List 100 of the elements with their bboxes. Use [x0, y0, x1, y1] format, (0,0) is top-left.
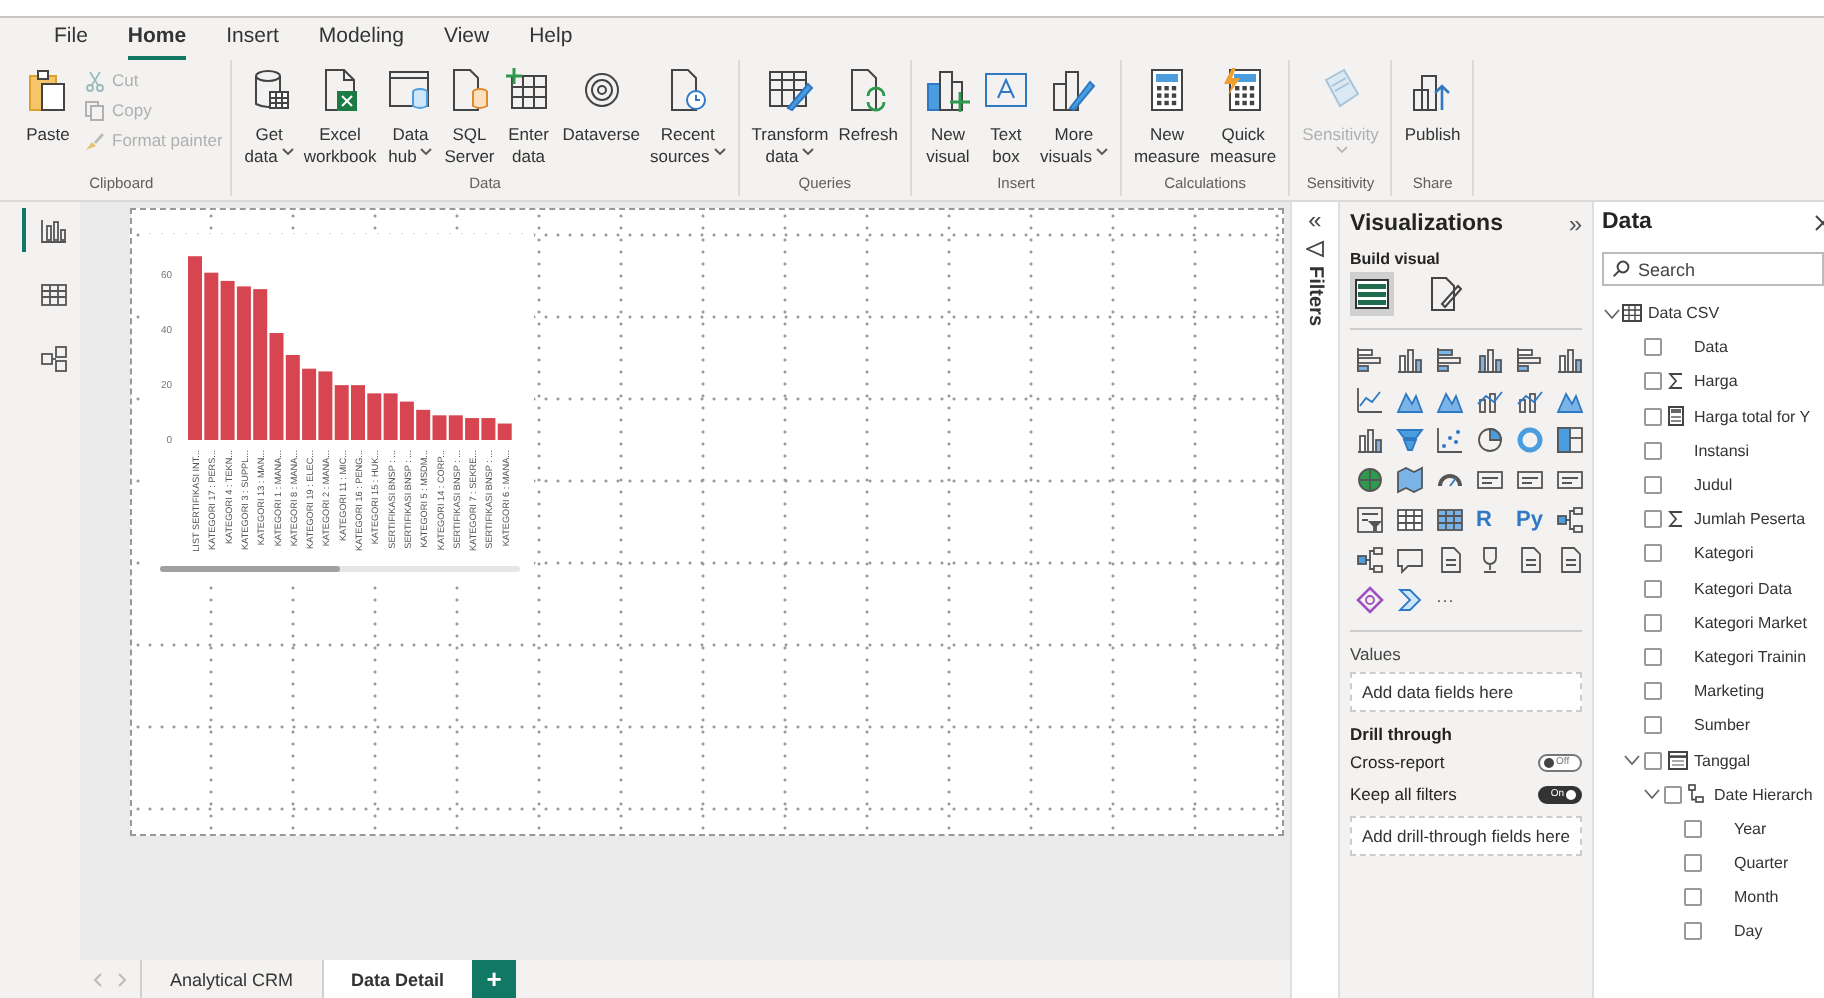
checkbox[interactable] — [1684, 888, 1702, 907]
tree-icon[interactable] — [1556, 506, 1584, 534]
close-icon[interactable] — [1814, 213, 1824, 231]
search-field[interactable]: Search — [1602, 252, 1824, 286]
menu-tab[interactable]: File — [54, 24, 88, 60]
ribbon-button[interactable]: Get data — [240, 66, 298, 174]
table-icon[interactable] — [1436, 506, 1464, 534]
field-name[interactable]: Quarter — [1734, 854, 1789, 873]
expand-button[interactable]: » — [1568, 210, 1582, 238]
field-name[interactable]: Instansi — [1694, 441, 1750, 460]
map-icon[interactable] — [1396, 466, 1424, 494]
card-icon[interactable] — [1516, 466, 1544, 494]
column-chart-icon[interactable] — [1556, 346, 1584, 374]
slicer-icon[interactable] — [1356, 506, 1384, 534]
column-chart-icon[interactable] — [1396, 346, 1424, 374]
field-name[interactable]: Kategori Market — [1694, 613, 1807, 632]
document-icon[interactable] — [1516, 546, 1544, 574]
ribbon-button[interactable]: New visual — [919, 66, 976, 174]
checkbox[interactable] — [1644, 647, 1662, 666]
field-name[interactable]: Date Hierarch — [1714, 785, 1813, 804]
checkbox[interactable] — [1664, 785, 1682, 804]
field-name[interactable]: Data CSV — [1648, 304, 1720, 323]
field-name[interactable]: Marketing — [1694, 682, 1765, 701]
visual-type-button[interactable]: Py — [1516, 506, 1544, 534]
ribbon-button[interactable]: Recent sources — [646, 66, 730, 174]
ribbon-button[interactable]: Quick measure — [1206, 66, 1281, 174]
checkbox[interactable] — [1644, 544, 1662, 563]
ribbon-button[interactable]: Text box — [977, 66, 1034, 174]
column-chart-icon[interactable] — [1356, 426, 1384, 454]
ribbon-button[interactable]: Enter data — [500, 66, 557, 174]
scroll-bar[interactable] — [160, 566, 520, 572]
chevron-icon[interactable] — [1624, 754, 1640, 767]
field-name[interactable]: Jumlah Peserta — [1694, 510, 1806, 529]
checkbox[interactable] — [1684, 819, 1702, 838]
checkbox[interactable] — [1684, 922, 1702, 941]
filters-label[interactable]: Filters — [1304, 266, 1326, 327]
field-name[interactable]: Kategori Data — [1694, 579, 1792, 598]
ribbon-button[interactable]: SQL Server — [440, 66, 499, 174]
checkbox[interactable] — [1644, 716, 1662, 735]
ribbon-button[interactable]: Data hub — [382, 66, 439, 174]
field-name[interactable]: Harga total for Y — [1694, 407, 1811, 426]
ribbon-button[interactable]: Excel workbook — [299, 66, 381, 174]
more-visuals-button[interactable]: ··· — [1436, 586, 1464, 614]
add-page-button[interactable]: + — [472, 960, 517, 998]
pie-chart-icon[interactable] — [1476, 426, 1504, 454]
column-chart-icon[interactable] — [1476, 346, 1504, 374]
ribbon-button[interactable]: Paste — [20, 66, 76, 174]
checkbox[interactable] — [1644, 372, 1662, 391]
field-name[interactable]: Day — [1734, 922, 1763, 941]
checkbox[interactable] — [1644, 613, 1662, 632]
line-chart-icon[interactable] — [1356, 386, 1384, 414]
diamond-icon[interactable] — [1356, 586, 1384, 614]
field-name[interactable]: Data — [1694, 338, 1728, 357]
field-name[interactable]: Month — [1734, 888, 1779, 907]
menu-tab[interactable]: Help — [529, 24, 573, 60]
ribbon-button[interactable]: Refresh — [834, 66, 902, 174]
scatter-chart-icon[interactable] — [1436, 426, 1464, 454]
menu-tab[interactable]: Insert — [226, 24, 279, 60]
ribbon-button[interactable]: More visuals — [1035, 66, 1112, 174]
checkbox[interactable] — [1644, 510, 1662, 529]
build-visual-tab[interactable] — [1350, 272, 1394, 316]
checkbox[interactable] — [1644, 682, 1662, 701]
chevron-icon[interactable] — [1644, 788, 1660, 801]
field-name[interactable]: Kategori Trainin — [1694, 647, 1807, 666]
field-name[interactable]: Tanggal — [1694, 751, 1751, 770]
checkbox[interactable] — [1644, 579, 1662, 598]
menu-tab[interactable]: Modeling — [318, 24, 404, 60]
page-tab[interactable]: Data Detail — [321, 960, 473, 998]
drop-field[interactable]: Add data fields here — [1350, 672, 1582, 712]
menu-tab[interactable]: Home — [127, 24, 187, 60]
treemap-icon[interactable] — [1556, 426, 1584, 454]
checkbox[interactable] — [1644, 751, 1662, 770]
globe-icon[interactable] — [1356, 466, 1384, 494]
field-name[interactable]: Kategori — [1694, 544, 1754, 563]
bar-chart-icon[interactable] — [1436, 346, 1464, 374]
tree-icon[interactable] — [1356, 546, 1384, 574]
field-name[interactable]: Harga — [1694, 372, 1738, 391]
menu-tab[interactable]: View — [444, 24, 490, 60]
checkbox[interactable] — [1644, 476, 1662, 495]
combo-chart-icon[interactable] — [1476, 386, 1504, 414]
card-icon[interactable] — [1476, 466, 1504, 494]
document-icon[interactable] — [1436, 546, 1464, 574]
ribbon-button[interactable]: Transform data — [747, 66, 833, 174]
card-icon[interactable] — [1556, 466, 1584, 494]
bar-chart-icon[interactable] — [1356, 346, 1384, 374]
checkbox[interactable] — [1644, 407, 1662, 426]
collapse-button[interactable]: « — [1308, 208, 1322, 232]
combo-chart-icon[interactable] — [1516, 386, 1544, 414]
field-name[interactable]: Judul — [1694, 476, 1733, 495]
table-icon[interactable] — [1396, 506, 1424, 534]
ribbon-button[interactable]: Publish — [1400, 66, 1465, 174]
ribbon-button[interactable]: New measure — [1129, 66, 1205, 174]
donut-chart-icon[interactable] — [1516, 426, 1544, 454]
drop-field[interactable]: Add drill-through fields here — [1350, 816, 1582, 856]
ribbon-button[interactable]: Dataverse — [558, 66, 645, 174]
visual-type-button[interactable]: R — [1476, 506, 1504, 534]
field-name[interactable]: Year — [1734, 819, 1767, 838]
bar-chart-icon[interactable] — [1516, 346, 1544, 374]
checkbox[interactable] — [1684, 854, 1702, 873]
field-name[interactable]: Sumber — [1694, 716, 1751, 735]
